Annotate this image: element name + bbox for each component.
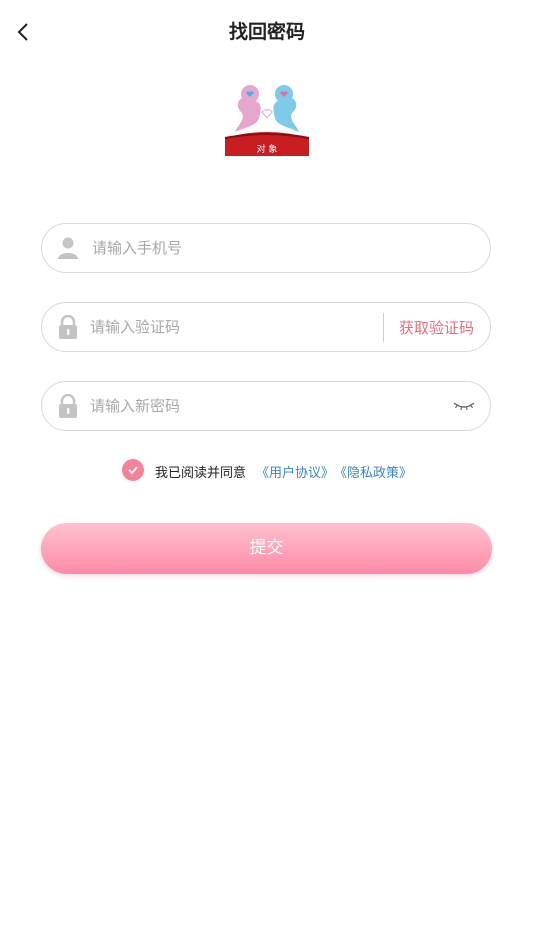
lock-icon (59, 394, 77, 418)
new-password-input[interactable] (90, 382, 370, 430)
user-icon (58, 237, 78, 259)
new-password-field (41, 381, 491, 431)
page-title: 找回密码 (228, 21, 305, 43)
agreement-row: 我已阅读并同意 《用户协议》 《隐私政策》 (122, 459, 422, 481)
field-divider (383, 313, 384, 342)
phone-field (41, 223, 491, 273)
eye-closed-icon[interactable] (452, 397, 476, 415)
app-logo: 对 象 (224, 85, 310, 156)
lock-icon (59, 315, 77, 339)
logo-label: 对 象 (257, 143, 278, 155)
verification-code-field: 获取验证码 (41, 302, 491, 352)
get-code-button[interactable]: 获取验证码 (399, 317, 474, 338)
user-agreement-link[interactable]: 《用户协议》 (256, 462, 334, 481)
checkmark-icon (128, 466, 138, 475)
header-bar: 找回密码 (0, 0, 534, 60)
verification-code-input[interactable] (90, 303, 370, 351)
agreement-text: 我已阅读并同意 (155, 466, 247, 481)
agreement-checkbox[interactable] (122, 459, 144, 481)
submit-button[interactable]: 提交 (41, 523, 492, 574)
phone-input[interactable] (92, 224, 372, 272)
privacy-policy-link[interactable]: 《隐私政策》 (334, 462, 412, 481)
